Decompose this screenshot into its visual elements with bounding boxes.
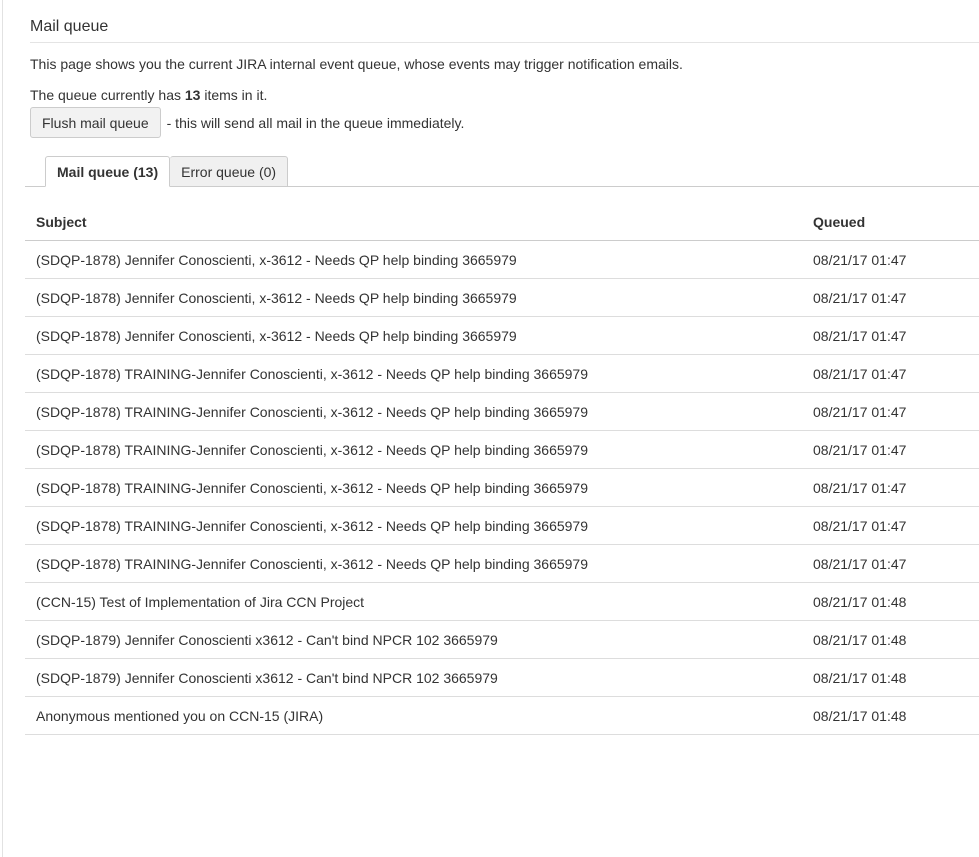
row-queued: 08/21/17 01:47	[802, 392, 979, 431]
table-header-row: Subject Queued	[25, 203, 979, 241]
queue-count: 13	[184, 87, 201, 103]
row-subject: (SDQP-1878) TRAINING-Jennifer Conoscient…	[25, 430, 802, 469]
table-row: (SDQP-1878) Jennifer Conoscienti, x-3612…	[25, 316, 979, 355]
row-queued: 08/21/17 01:48	[802, 620, 979, 659]
table-row: (SDQP-1878) TRAINING-Jennifer Conoscient…	[25, 392, 979, 431]
tab-error-queue[interactable]: Error queue (0)	[170, 156, 289, 187]
tab-mail-queue[interactable]: Mail queue (13)	[45, 156, 171, 187]
title-divider	[30, 42, 979, 43]
subject-column-header: Subject	[25, 203, 802, 241]
table-row: (SDQP-1879) Jennifer Conoscienti x3612 -…	[25, 620, 979, 659]
row-subject: (CCN-15) Test of Implementation of Jira …	[25, 582, 802, 621]
row-queued: 08/21/17 01:47	[802, 278, 979, 317]
row-subject: (SDQP-1878) TRAINING-Jennifer Conoscient…	[25, 468, 802, 507]
table-row: (CCN-15) Test of Implementation of Jira …	[25, 582, 979, 621]
table-row: (SDQP-1878) Jennifer Conoscienti, x-3612…	[25, 278, 979, 317]
row-queued: 08/21/17 01:47	[802, 316, 979, 355]
row-queued: 08/21/17 01:48	[802, 658, 979, 697]
row-subject: (SDQP-1879) Jennifer Conoscienti x3612 -…	[25, 620, 802, 659]
table-row: (SDQP-1879) Jennifer Conoscienti x3612 -…	[25, 658, 979, 697]
count-prefix: The queue currently has	[30, 87, 185, 103]
row-subject: (SDQP-1878) TRAINING-Jennifer Conoscient…	[25, 354, 802, 393]
count-suffix: items in it.	[200, 87, 268, 103]
row-subject: (SDQP-1878) TRAINING-Jennifer Conoscient…	[25, 544, 802, 583]
row-subject: (SDQP-1878) TRAINING-Jennifer Conoscient…	[25, 506, 802, 545]
queue-count-line: The queue currently has 13 items in it.	[30, 87, 267, 103]
row-subject: (SDQP-1878) Jennifer Conoscienti, x-3612…	[25, 278, 802, 317]
row-queued: 08/21/17 01:47	[802, 506, 979, 545]
row-subject: (SDQP-1879) Jennifer Conoscienti x3612 -…	[25, 658, 802, 697]
page-description: This page shows you the current JIRA int…	[30, 56, 683, 72]
table-row: (SDQP-1878) TRAINING-Jennifer Conoscient…	[25, 506, 979, 545]
row-subject: Anonymous mentioned you on CCN-15 (JIRA)	[25, 696, 802, 735]
row-queued: 08/21/17 01:47	[802, 430, 979, 469]
left-border	[2, 0, 3, 857]
table-row: (SDQP-1878) TRAINING-Jennifer Conoscient…	[25, 354, 979, 393]
table-row: (SDQP-1878) TRAINING-Jennifer Conoscient…	[25, 430, 979, 469]
table-row: Anonymous mentioned you on CCN-15 (JIRA)…	[25, 696, 979, 735]
flush-mail-queue-button[interactable]: Flush mail queue	[30, 107, 161, 138]
flush-note: - this will send all mail in the queue i…	[166, 114, 465, 131]
row-subject: (SDQP-1878) Jennifer Conoscienti, x-3612…	[25, 316, 802, 355]
table-row: (SDQP-1878) TRAINING-Jennifer Conoscient…	[25, 468, 979, 507]
table-row: (SDQP-1878) Jennifer Conoscienti, x-3612…	[25, 240, 979, 279]
flush-row: Flush mail queue - this will send all ma…	[30, 107, 464, 138]
queue-tabs: Mail queue (13) Error queue (0)	[45, 156, 289, 187]
row-queued: 08/21/17 01:48	[802, 696, 979, 735]
mail-queue-table: Subject Queued (SDQP-1878) Jennifer Cono…	[25, 203, 979, 735]
row-queued: 08/21/17 01:48	[802, 582, 979, 621]
row-subject: (SDQP-1878) Jennifer Conoscienti, x-3612…	[25, 240, 802, 279]
row-queued: 08/21/17 01:47	[802, 354, 979, 393]
row-queued: 08/21/17 01:47	[802, 544, 979, 583]
row-queued: 08/21/17 01:47	[802, 240, 979, 279]
page-title: Mail queue	[30, 18, 109, 35]
row-subject: (SDQP-1878) TRAINING-Jennifer Conoscient…	[25, 392, 802, 431]
table-row: (SDQP-1878) TRAINING-Jennifer Conoscient…	[25, 544, 979, 583]
queued-column-header: Queued	[802, 203, 979, 241]
row-queued: 08/21/17 01:47	[802, 468, 979, 507]
